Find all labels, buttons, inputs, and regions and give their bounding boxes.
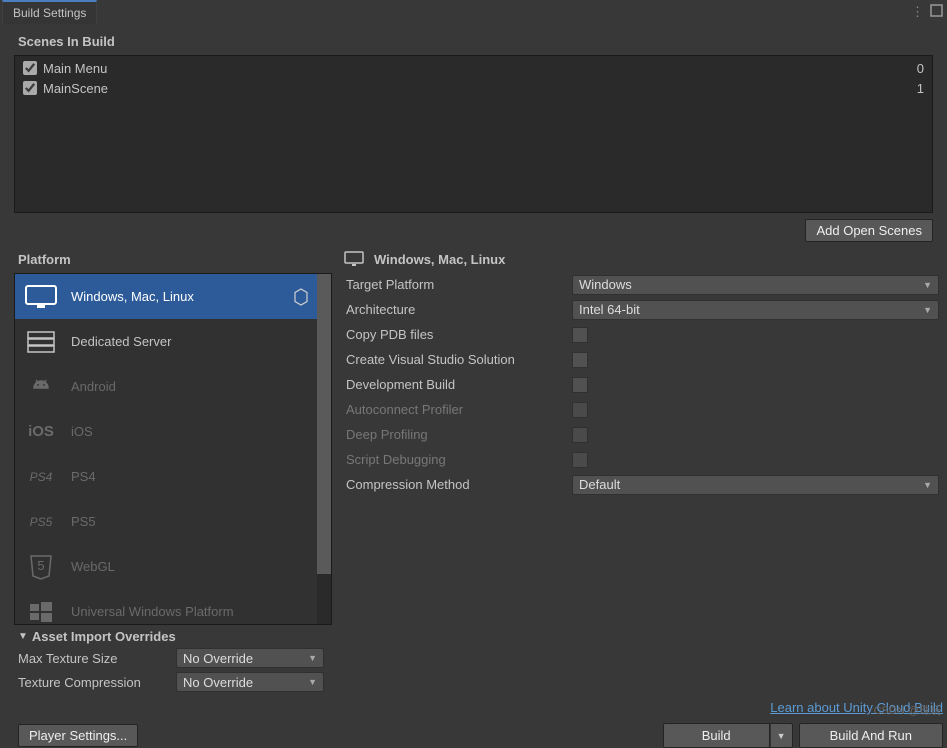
scene-row[interactable]: MainScene 1 (17, 78, 930, 98)
platform-item-uwp[interactable]: Universal Windows Platform (15, 589, 318, 624)
scenes-in-build-header: Scenes In Build (0, 30, 947, 53)
platform-item-label: WebGL (71, 559, 115, 574)
unity-badge-icon (292, 288, 310, 306)
architecture-label: Architecture (344, 302, 572, 317)
platform-item-label: Dedicated Server (71, 334, 171, 349)
texture-compression-dropdown[interactable]: No Override ▼ (176, 672, 324, 692)
dev-build-label: Development Build (344, 377, 572, 392)
kebab-icon[interactable]: ⋮ (911, 4, 924, 20)
svg-text:5: 5 (37, 558, 44, 573)
texture-compression-label: Texture Compression (18, 675, 176, 690)
copy-pdb-label: Copy PDB files (344, 327, 572, 342)
scene-checkbox[interactable] (23, 81, 37, 95)
architecture-dropdown[interactable]: Intel 64-bit ▼ (572, 300, 939, 320)
webgl-icon: 5 (23, 552, 59, 582)
copy-pdb-checkbox[interactable] (572, 327, 588, 343)
target-platform-label: Target Platform (344, 277, 572, 292)
target-platform-dropdown[interactable]: Windows ▼ (572, 275, 939, 295)
scene-index: 1 (917, 81, 924, 96)
build-settings-tab[interactable]: Build Settings (2, 0, 97, 24)
uwp-icon (23, 597, 59, 625)
platform-item-label: PS4 (71, 469, 96, 484)
android-icon (23, 372, 59, 402)
settings-header: Windows, Mac, Linux (344, 246, 943, 272)
platform-item-dedicated-server[interactable]: Dedicated Server (15, 319, 318, 364)
ios-icon: iOS (23, 417, 59, 447)
compression-dropdown[interactable]: Default ▼ (572, 475, 939, 495)
deep-profiling-label: Deep Profiling (344, 427, 572, 442)
max-texture-label: Max Texture Size (18, 651, 176, 666)
server-icon (23, 327, 59, 357)
platform-item-label: iOS (71, 424, 93, 439)
platform-item-ps5[interactable]: PS5 PS5 (15, 499, 318, 544)
compression-label: Compression Method (344, 477, 572, 492)
dev-build-checkbox[interactable] (572, 377, 588, 393)
monitor-icon (23, 282, 59, 312)
platform-item-ios[interactable]: iOS iOS (15, 409, 318, 454)
maximize-icon[interactable] (930, 4, 943, 20)
ps5-icon: PS5 (23, 507, 59, 537)
chevron-down-icon: ▼ (923, 280, 932, 290)
platform-header: Platform (14, 246, 332, 273)
learn-cloud-build-link[interactable]: Learn about Unity Cloud Build (770, 700, 943, 715)
vs-sln-checkbox[interactable] (572, 352, 588, 368)
scrollbar-thumb[interactable] (317, 274, 331, 574)
platform-item-webgl[interactable]: 5 WebGL (15, 544, 318, 589)
scenes-list[interactable]: Main Menu 0 MainScene 1 (14, 55, 933, 213)
platform-item-label: Windows, Mac, Linux (71, 289, 194, 304)
platform-scrollbar[interactable] (317, 274, 331, 624)
monitor-icon (344, 251, 364, 267)
autoconnect-checkbox (572, 402, 588, 418)
platform-item-label: PS5 (71, 514, 96, 529)
settings-header-label: Windows, Mac, Linux (374, 252, 505, 267)
scene-row[interactable]: Main Menu 0 (17, 58, 930, 78)
platform-item-android[interactable]: Android (15, 364, 318, 409)
vs-sln-label: Create Visual Studio Solution (344, 352, 572, 367)
scene-checkbox[interactable] (23, 61, 37, 75)
scene-index: 0 (917, 61, 924, 76)
chevron-down-icon: ▼ (308, 677, 317, 687)
platform-item-ps4[interactable]: PS4 PS4 (15, 454, 318, 499)
titlebar: Build Settings ⋮ (0, 0, 947, 24)
platform-list: Windows, Mac, Linux Dedicated Server (14, 273, 332, 625)
chevron-down-icon: ▼ (923, 480, 932, 490)
chevron-down-icon: ▼ (923, 305, 932, 315)
autoconnect-label: Autoconnect Profiler (344, 402, 572, 417)
platform-item-label: Universal Windows Platform (71, 604, 234, 619)
disclosure-triangle-icon: ▼ (18, 631, 28, 642)
script-debug-label: Script Debugging (344, 452, 572, 467)
deep-profiling-checkbox (572, 427, 588, 443)
ps4-icon: PS4 (23, 462, 59, 492)
scene-label: MainScene (43, 81, 108, 96)
script-debug-checkbox (572, 452, 588, 468)
add-open-scenes-button[interactable]: Add Open Scenes (805, 219, 933, 242)
max-texture-dropdown[interactable]: No Override ▼ (176, 648, 324, 668)
chevron-down-icon: ▼ (308, 653, 317, 663)
platform-item-label: Android (71, 379, 116, 394)
asset-import-overrides-header[interactable]: ▼ Asset Import Overrides (18, 629, 929, 644)
platform-item-standalone[interactable]: Windows, Mac, Linux (15, 274, 318, 319)
scene-label: Main Menu (43, 61, 107, 76)
